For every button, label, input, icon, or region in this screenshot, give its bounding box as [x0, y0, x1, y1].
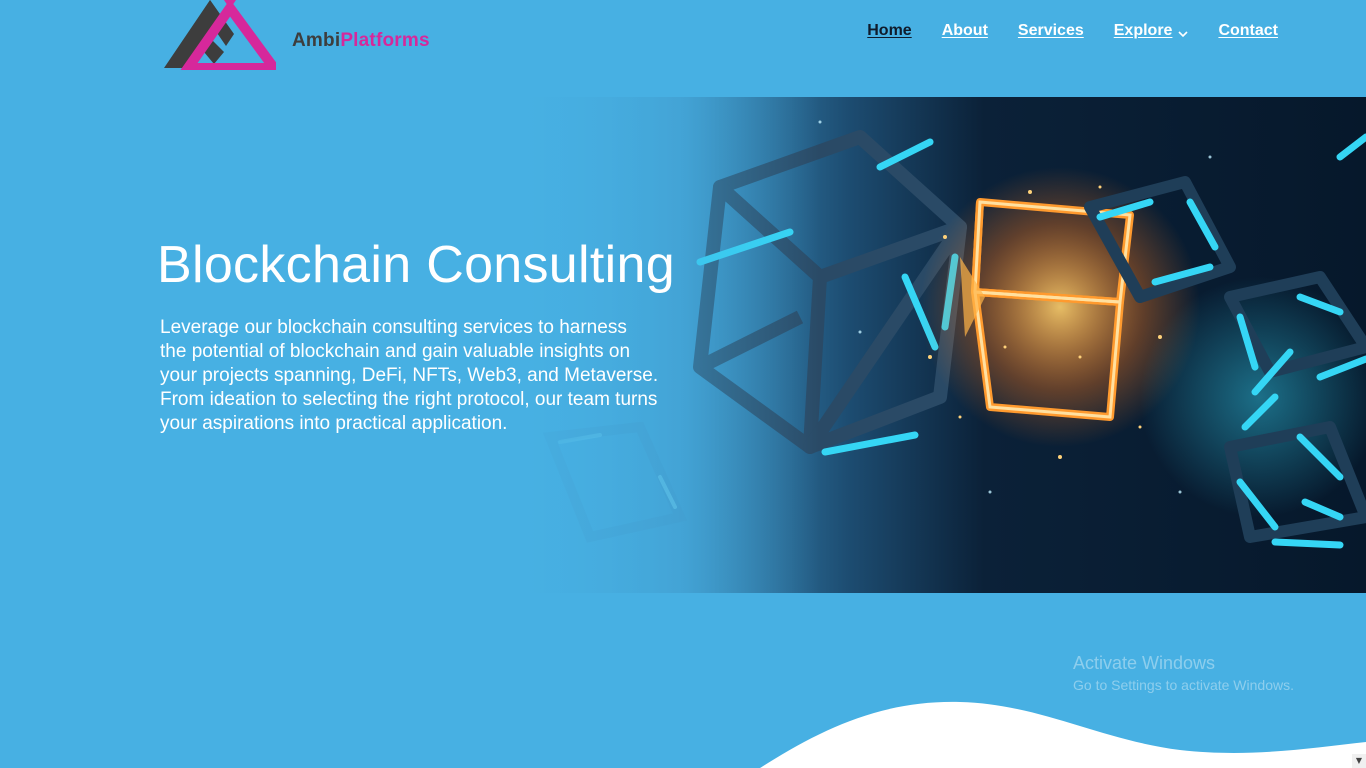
nav-explore-label: Explore: [1113, 22, 1173, 39]
chevron-down-icon: [1178, 31, 1189, 38]
main-nav: Home About Services Explore Contact: [867, 22, 1278, 40]
watermark-subtitle: Go to Settings to activate Windows.: [1073, 677, 1294, 693]
hero-description-line: Leverage our blockchain consulting servi…: [160, 317, 627, 338]
scroll-down-arrow-icon[interactable]: ▼: [1352, 754, 1366, 768]
hero-description-line: the potential of blockchain and gain val…: [160, 341, 631, 362]
bottom-wave-decoration: [760, 701, 1366, 768]
nav-contact[interactable]: Contact: [1218, 22, 1278, 40]
hero-description-line: From ideation to selecting the right pro…: [160, 389, 658, 410]
logo-link[interactable]: AmbiPlatforms: [164, 0, 430, 70]
brand-name-part2: Platforms: [340, 30, 430, 51]
brand-name: AmbiPlatforms: [292, 30, 430, 52]
activate-windows-watermark: Activate Windows Go to Settings to activ…: [1073, 652, 1294, 694]
nav-about[interactable]: About: [942, 22, 988, 40]
hero-description-line: your aspirations into practical applicat…: [160, 413, 508, 434]
nav-explore[interactable]: Explore: [1114, 22, 1189, 40]
page: AmbiPlatforms Home About Services Explor…: [0, 0, 1366, 768]
logo-icon: [164, 0, 276, 70]
watermark-title: Activate Windows: [1073, 653, 1216, 673]
hero-description: Leverage our blockchain consulting servi…: [160, 316, 720, 436]
nav-services[interactable]: Services: [1018, 22, 1084, 40]
hero-description-line: your projects spanning, DeFi, NFTs, Web3…: [160, 365, 659, 386]
hero-title: Blockchain Consulting: [157, 236, 675, 294]
nav-home[interactable]: Home: [867, 22, 911, 40]
hero-banner: Blockchain Consulting Leverage our block…: [0, 97, 1366, 593]
brand-name-part1: Ambi: [292, 30, 341, 51]
